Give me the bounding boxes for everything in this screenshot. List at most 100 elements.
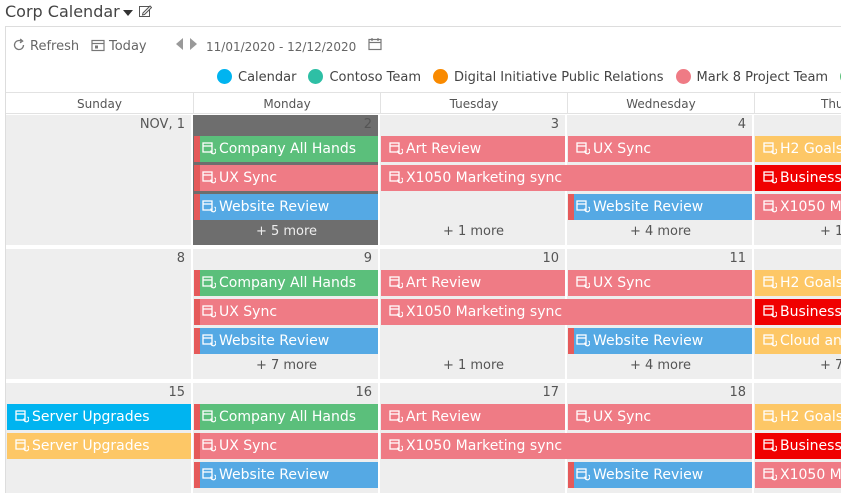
more-events-link[interactable]: + 4 more [567,355,754,377]
event-item[interactable]: X1050 Ma [755,462,841,488]
event-item[interactable]: Business [755,165,841,191]
recurring-event-icon [763,200,777,213]
today-button[interactable]: Today [91,37,147,57]
today-label: Today [109,39,147,54]
recurring-event-icon [389,410,403,423]
day-number: NOV, 1 [139,117,185,132]
edit-icon[interactable] [139,5,152,17]
recurring-event-icon [389,171,403,184]
event-item[interactable]: Company All Hands [194,270,378,296]
more-events-link[interactable]: + 1 [754,221,841,243]
day-number: 15 [168,385,185,400]
more-events-link[interactable]: + 7 more [193,355,380,377]
event-label: Company All Hands [219,141,357,157]
event-item[interactable]: H2 Goals [755,404,841,430]
event-item[interactable]: Company All Hands [194,404,378,430]
recurring-event-icon [202,468,216,481]
recurring-event-icon [763,410,777,423]
event-item[interactable]: Business [755,299,841,325]
next-button[interactable] [189,37,199,57]
event-item[interactable]: Website Review [568,328,752,354]
event-item[interactable]: UX Sync [194,165,378,191]
legend-item-contoso-team[interactable]: Contoso Team [308,69,421,85]
event-label: H2 Goals [780,409,841,425]
event-label: Art Review [406,275,482,291]
event-item[interactable]: H2 Goals [755,270,841,296]
event-status-bar [194,299,200,325]
day-number: 2 [363,117,372,132]
recurring-event-icon [202,410,216,423]
date-range: 11/01/2020 - 12/12/2020 [206,40,357,54]
event-item[interactable]: Website Review [568,462,752,488]
event-item[interactable]: Website Review [194,328,378,354]
event-label: Business [780,170,841,186]
calendar-dropdown-icon[interactable] [123,10,133,16]
event-item[interactable]: Business [755,433,841,459]
event-label: Website Review [593,467,704,483]
event-item[interactable]: Art Review [381,404,565,430]
event-item[interactable]: H2 Goals [755,136,841,162]
event-item[interactable]: Website Review [194,194,378,220]
event-label: UX Sync [219,304,278,320]
event-item[interactable]: Website Review [194,462,378,488]
event-item[interactable]: X1050 Marketing sync [381,165,752,191]
calendar-icon [368,38,382,51]
legend-item-mark-8[interactable]: Mark 8 Project Team [675,69,828,85]
event-label: X1050 Marketing sync [406,438,563,454]
event-item[interactable]: UX Sync [568,404,752,430]
prev-button[interactable] [174,37,184,57]
event-label: Cloud and [780,333,841,349]
event-item[interactable]: UX Sync [194,299,378,325]
legend-item-calendar[interactable]: Calendar [217,69,296,85]
event-item[interactable]: Cloud and [755,328,841,354]
event-label: UX Sync [219,170,278,186]
day-header-monday: Monday [193,92,380,114]
legend-item-digital-initiative[interactable]: Digital Initiative Public Relations [433,69,664,85]
chevron-left-icon [176,38,183,50]
event-item[interactable]: X1050 Ma [755,194,841,220]
event-label: X1050 Ma [780,467,841,483]
more-events-link[interactable]: + 1 more [380,221,567,243]
event-item[interactable]: X1050 Marketing sync [381,433,752,459]
more-events-link[interactable]: + 4 more [567,221,754,243]
more-events-link[interactable]: + 1 more [380,355,567,377]
event-label: UX Sync [593,275,652,291]
day-number: 17 [542,385,559,400]
event-label: X1050 Marketing sync [406,304,563,320]
more-events-link[interactable]: + 5 more [193,221,380,243]
recurring-event-icon [389,305,403,318]
event-label: UX Sync [593,409,652,425]
recurring-event-icon [202,305,216,318]
recurring-event-icon [389,439,403,452]
event-item[interactable]: UX Sync [568,136,752,162]
event-item[interactable]: Server Upgrades [7,404,191,430]
event-label: H2 Goals [780,141,841,157]
event-item[interactable]: Art Review [381,270,565,296]
date-picker-button[interactable] [368,37,382,57]
more-events-link[interactable]: + 7 [754,355,841,377]
recurring-event-icon [202,142,216,155]
event-label: Company All Hands [219,409,357,425]
refresh-button[interactable]: Refresh [12,37,79,57]
event-item[interactable]: X1050 Marketing sync [381,299,752,325]
event-item[interactable]: Art Review [381,136,565,162]
day-cell[interactable] [6,249,193,383]
event-item[interactable]: Company All Hands [194,136,378,162]
event-label: Business [780,304,841,320]
recurring-event-icon [576,142,590,155]
event-item[interactable]: Website Review [568,194,752,220]
legend-dot [308,69,324,84]
event-label: Company All Hands [219,275,357,291]
event-label: H2 Goals [780,275,841,291]
recurring-event-icon [576,410,590,423]
day-cell[interactable] [6,115,193,249]
refresh-label: Refresh [30,39,80,54]
recurring-event-icon [389,276,403,289]
event-status-bar [194,433,200,459]
event-item[interactable]: UX Sync [194,433,378,459]
day-number: 16 [355,385,372,400]
event-item[interactable]: Server Upgrades [7,433,191,459]
recurring-event-icon [202,439,216,452]
event-item[interactable]: UX Sync [568,270,752,296]
recurring-event-icon [202,276,216,289]
